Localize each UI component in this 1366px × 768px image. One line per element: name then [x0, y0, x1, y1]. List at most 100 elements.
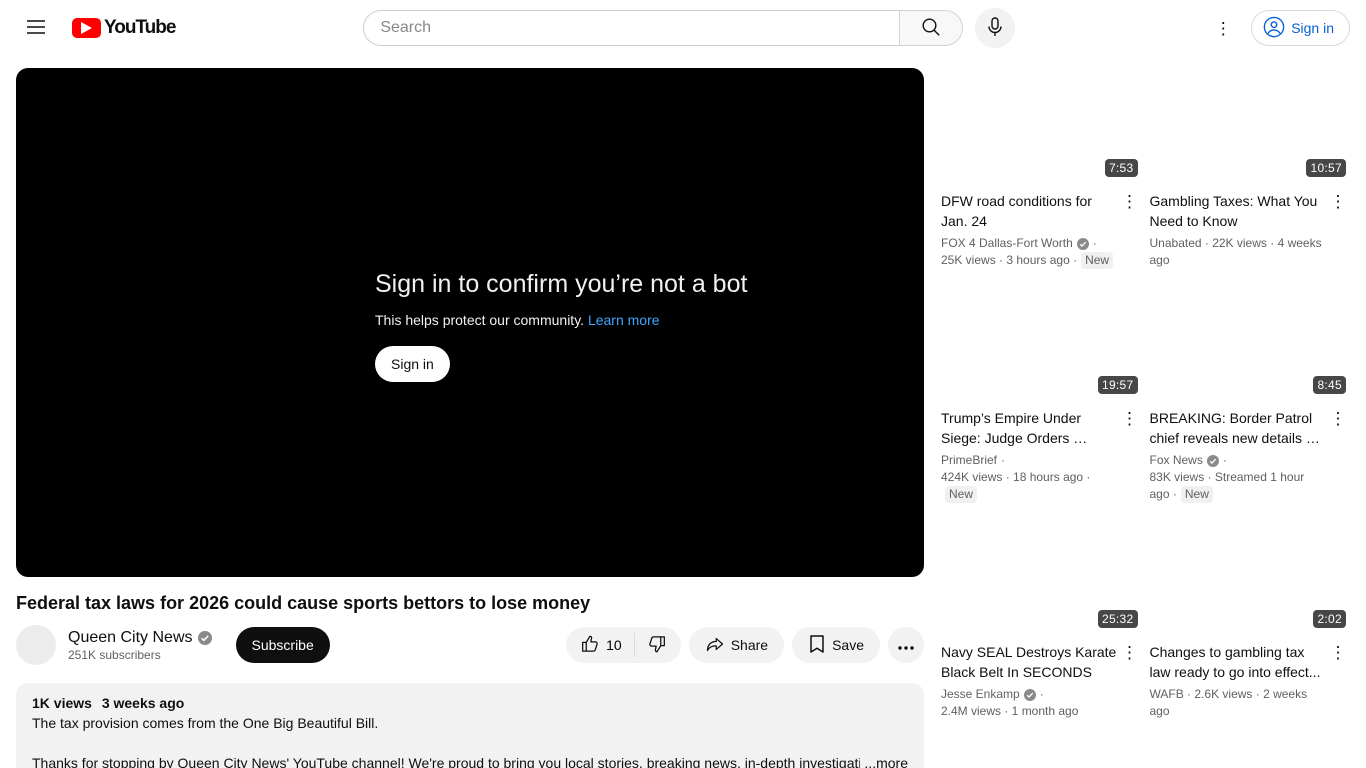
- search-input[interactable]: [363, 10, 900, 46]
- kebab-icon: ⋮: [1121, 192, 1138, 211]
- settings-kebab-button[interactable]: ⋮: [1203, 8, 1243, 48]
- recommended-meta: 2.4M views · 1 month ago: [941, 704, 1079, 718]
- new-badge: New: [945, 486, 978, 503]
- video-thumbnail[interactable]: 25:32: [941, 519, 1142, 632]
- more-horizontal-icon: [898, 638, 914, 653]
- publish-date: 3 weeks ago: [101, 695, 185, 711]
- channel-info: Queen City News 251K subscribers: [68, 629, 212, 662]
- description-line2: Thanks for stopping by Queen City News' …: [32, 753, 908, 768]
- view-count: 1K views: [32, 695, 92, 711]
- kebab-icon: ⋮: [1329, 643, 1347, 662]
- bot-check-message: Sign in to confirm you’re not a bot This…: [375, 268, 747, 382]
- player-sign-in-button[interactable]: Sign in: [375, 346, 450, 382]
- recommendations-sidebar: 7:53 DFW road conditions for Jan. 24 FOX…: [941, 68, 1350, 768]
- recommendations-grid: 7:53 DFW road conditions for Jan. 24 FOX…: [941, 68, 1350, 720]
- youtube-wordmark: YouTube: [104, 17, 176, 38]
- sign-in-label: Sign in: [1291, 20, 1334, 36]
- recommended-channel-line[interactable]: Jesse Enkamp ·: [941, 686, 1118, 703]
- recommended-title[interactable]: Changes to gambling tax law ready to go …: [1150, 642, 1327, 682]
- verified-badge-icon: [197, 630, 212, 645]
- youtube-play-icon: [72, 18, 101, 38]
- hamburger-icon: [27, 19, 45, 37]
- learn-more-link[interactable]: Learn more: [588, 312, 660, 328]
- recommended-meta: WAFB · 2.6K views · 2 weeks ago: [1149, 687, 1308, 718]
- subscribe-button[interactable]: Subscribe: [235, 627, 330, 663]
- masthead-left: YouTube: [16, 8, 176, 48]
- recommended-meta: 424K views · 18 hours ago ·New: [941, 470, 1091, 503]
- recommended-channel-line[interactable]: Fox News ·: [1150, 452, 1327, 469]
- recommended-title[interactable]: Trump’s Empire Under Siege: Judge Orders…: [941, 408, 1118, 448]
- video-options-button[interactable]: ⋮: [1118, 191, 1142, 269]
- video-options-button[interactable]: ⋮: [1326, 191, 1350, 269]
- duration-badge: 10:57: [1306, 159, 1346, 177]
- recommended-video[interactable]: 19:57 Trump’s Empire Under Siege: Judge …: [941, 285, 1142, 503]
- share-button[interactable]: Share: [688, 627, 785, 663]
- expand-description-link[interactable]: ...more: [864, 753, 908, 768]
- voice-search-button[interactable]: [975, 8, 1016, 48]
- channel-avatar[interactable]: [16, 625, 56, 665]
- bookmark-icon: [808, 634, 826, 657]
- thumb-down-icon: [647, 634, 667, 657]
- video-options-button[interactable]: ⋮: [1118, 642, 1142, 720]
- verified-badge-icon: [1206, 454, 1219, 467]
- search-icon: [921, 17, 941, 40]
- verified-badge-icon: [1023, 688, 1036, 701]
- video-options-button[interactable]: ⋮: [1326, 408, 1350, 503]
- masthead-right: ⋮ Sign in: [1203, 8, 1350, 48]
- description-meta: 1K views 3 weeks ago: [32, 693, 908, 713]
- duration-badge: 19:57: [1097, 376, 1138, 394]
- header-sign-in-button[interactable]: Sign in: [1251, 10, 1350, 46]
- like-dislike-group: 10: [566, 627, 681, 663]
- video-options-button[interactable]: ⋮: [1118, 408, 1142, 503]
- bot-check-body: This helps protect our community. Learn …: [375, 312, 660, 328]
- recommended-video[interactable]: 8:45 BREAKING: Border Patrol chief revea…: [1149, 285, 1350, 503]
- video-options-button[interactable]: ⋮: [1326, 642, 1350, 720]
- duration-badge: 7:53: [1104, 159, 1138, 177]
- video-player[interactable]: Sign in to confirm you’re not a bot This…: [16, 68, 924, 577]
- person-icon: [1263, 16, 1285, 41]
- recommended-video[interactable]: 7:53 DFW road conditions for Jan. 24 FOX…: [941, 68, 1142, 269]
- like-count: 10: [606, 637, 622, 653]
- primary-column: Sign in to confirm you’re not a bot This…: [16, 68, 924, 768]
- duration-badge: 25:32: [1097, 610, 1138, 628]
- share-label: Share: [730, 637, 769, 653]
- action-buttons: 10 Share Save: [566, 627, 924, 663]
- search-button[interactable]: [899, 10, 964, 46]
- verified-badge-icon: [1076, 237, 1089, 250]
- video-thumbnail[interactable]: 2:02: [1149, 519, 1350, 632]
- video-thumbnail[interactable]: 8:45: [1149, 285, 1350, 398]
- save-button[interactable]: Save: [792, 627, 880, 663]
- masthead: YouTube ⋮: [0, 0, 1366, 56]
- recommended-video[interactable]: 2:02 Changes to gambling tax law ready t…: [1149, 519, 1350, 720]
- recommended-title[interactable]: BREAKING: Border Patrol chief reveals ne…: [1150, 408, 1327, 448]
- dislike-button[interactable]: [635, 627, 681, 663]
- recommended-video[interactable]: 25:32 Navy SEAL Destroys Karate Black Be…: [941, 519, 1142, 720]
- recommended-title[interactable]: Gambling Taxes: What You Need to Know: [1150, 191, 1327, 231]
- description-box[interactable]: 1K views 3 weeks ago The tax provision c…: [16, 683, 924, 768]
- recommended-title[interactable]: DFW road conditions for Jan. 24: [941, 191, 1118, 231]
- recommended-meta: 25K views · 3 hours ago · New: [941, 252, 1118, 269]
- recommended-video[interactable]: 10:57 Gambling Taxes: What You Need to K…: [1149, 68, 1350, 269]
- video-thumbnail[interactable]: 19:57: [941, 285, 1142, 398]
- channel-row: Queen City News 251K subscribers Subscri…: [16, 625, 924, 665]
- youtube-logo[interactable]: YouTube: [72, 17, 176, 39]
- bot-check-headline: Sign in to confirm you’re not a bot: [375, 270, 748, 298]
- recommended-channel-line[interactable]: PrimeBrief ·: [941, 452, 1118, 469]
- video-thumbnail[interactable]: 10:57: [1149, 68, 1350, 181]
- kebab-icon: ⋮: [1329, 192, 1347, 211]
- guide-hamburger-button[interactable]: [16, 8, 56, 48]
- like-button[interactable]: 10: [566, 627, 634, 663]
- recommended-title[interactable]: Navy SEAL Destroys Karate Black Belt In …: [941, 642, 1118, 682]
- recommended-channel-line[interactable]: FOX 4 Dallas-Fort Worth ·: [941, 235, 1118, 252]
- thumb-up-icon: [580, 634, 600, 657]
- channel-name[interactable]: Queen City News: [68, 629, 193, 647]
- duration-badge: 8:45: [1313, 376, 1346, 394]
- save-label: Save: [832, 637, 864, 653]
- kebab-icon: ⋮: [1121, 409, 1138, 428]
- more-actions-button[interactable]: [888, 627, 924, 663]
- page-content: Sign in to confirm you’re not a bot This…: [0, 56, 1366, 768]
- description-line1: The tax provision comes from the One Big…: [32, 715, 379, 731]
- video-thumbnail[interactable]: 7:53: [941, 68, 1142, 181]
- microphone-icon: [986, 16, 1004, 40]
- recommended-meta: 83K views · Streamed 1 hour ago · New: [1149, 470, 1305, 503]
